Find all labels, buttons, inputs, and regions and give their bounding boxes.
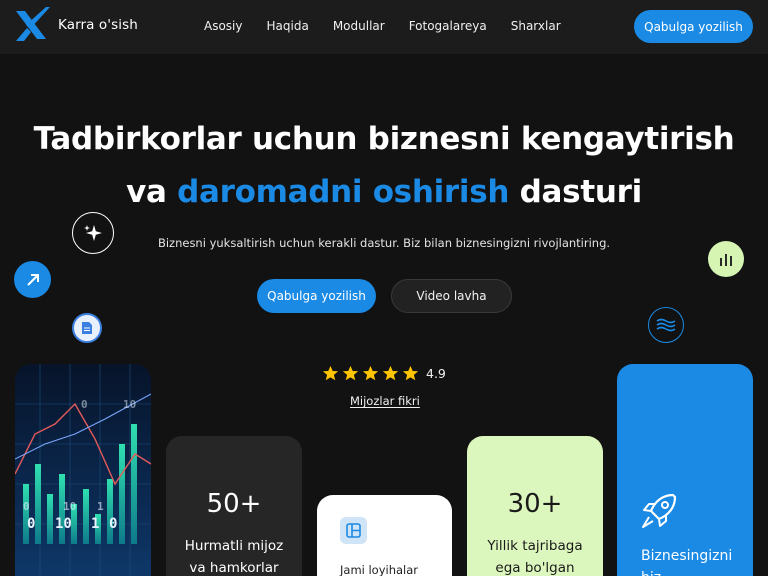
star-icon (362, 365, 379, 381)
hero-signup-button[interactable]: Qabulga yozilish (257, 279, 376, 313)
navbar: Karra o'sish Asosiy Haqida Modullar Foto… (0, 0, 768, 54)
logo[interactable]: Karra o'sish (16, 7, 138, 43)
binary-digits: 0 (109, 516, 118, 532)
document-icon (72, 313, 102, 343)
bar-chart-icon (708, 241, 744, 277)
clients-label: Hurmatli mijoz va hamkorlar (166, 535, 302, 576)
main-menu: Asosiy Haqida Modullar Fotogalareya Shar… (204, 19, 561, 33)
hero-title-line-1: Tadbirkorlar uchun biznesni kengaytirish (33, 121, 735, 157)
growth-label-line-2: biz (641, 567, 732, 576)
stock-chart-image: 0 10 1 0 0 10 1 10 0 (15, 364, 151, 576)
nav-item-fotogalareya[interactable]: Fotogalareya (409, 19, 487, 33)
clients-card: 50+ Hurmatli mijoz va hamkorlar (166, 436, 302, 576)
growth-label-line-1: Biznesingizni (641, 548, 733, 564)
reviews-link[interactable]: Mijozlar fikri (350, 394, 420, 408)
hero-subtitle: Biznesni yuksaltirish uchun kerakli dast… (157, 236, 611, 250)
growth-card: Biznesingizni biz (617, 364, 753, 576)
rocket-icon (642, 493, 677, 528)
wave-icon (648, 307, 684, 343)
hero-title-post: dasturi (519, 174, 643, 210)
arrow-up-right-icon (14, 261, 51, 298)
experience-label-line-2: ega bo'lgan (495, 560, 575, 576)
star-icon (382, 365, 399, 381)
hero-title-line-2: va daromadni oshirish dasturi (0, 174, 768, 210)
nav-item-sharxlar[interactable]: Sharxlar (511, 19, 561, 33)
clients-count: 50+ (206, 489, 262, 519)
nav-signup-button[interactable]: Qabulga yozilish (634, 10, 753, 43)
layout-icon (340, 517, 367, 544)
sparkle-icon (72, 212, 114, 254)
nav-item-modullar[interactable]: Modullar (333, 19, 385, 33)
candlestick-illustration (15, 364, 151, 576)
logo-x-icon (16, 7, 50, 41)
rating-value: 4.9 (426, 366, 446, 381)
projects-label: Jami loyihalar (340, 563, 419, 576)
binary-digits: 0 (81, 398, 88, 411)
experience-label-line-1: Yillik tajribaga (487, 538, 583, 554)
experience-count: 30+ (507, 489, 563, 519)
projects-card: Jami loyihalar (317, 495, 452, 576)
nav-item-haqida[interactable]: Haqida (267, 19, 309, 33)
binary-digits: 1 (91, 516, 100, 532)
hero-title-accent: daromadni oshirish (177, 174, 510, 210)
star-icon (322, 365, 339, 381)
growth-label: Biznesingizni biz (641, 545, 732, 576)
experience-card: 30+ Yillik tajribaga ega bo'lgan (467, 436, 603, 576)
clients-label-line-1: Hurmatli mijoz (184, 538, 284, 554)
nav-item-asosiy[interactable]: Asosiy (204, 19, 243, 33)
clients-label-line-2: va hamkorlar (189, 560, 279, 576)
star-icon (402, 365, 419, 381)
experience-label: Yillik tajribaga ega bo'lgan (467, 535, 603, 576)
binary-digits: 10 (55, 516, 72, 532)
binary-digits: 1 (97, 500, 104, 513)
binary-digits: 0 (23, 500, 30, 513)
brand-name: Karra o'sish (58, 17, 138, 33)
star-icon (342, 365, 359, 381)
binary-digits: 10 (123, 398, 137, 411)
binary-digits: 10 (63, 500, 77, 513)
video-button[interactable]: Video lavha (391, 279, 512, 313)
rating-stars (322, 365, 419, 382)
hero-title-pre: va (126, 174, 167, 210)
binary-digits: 0 (27, 516, 36, 532)
